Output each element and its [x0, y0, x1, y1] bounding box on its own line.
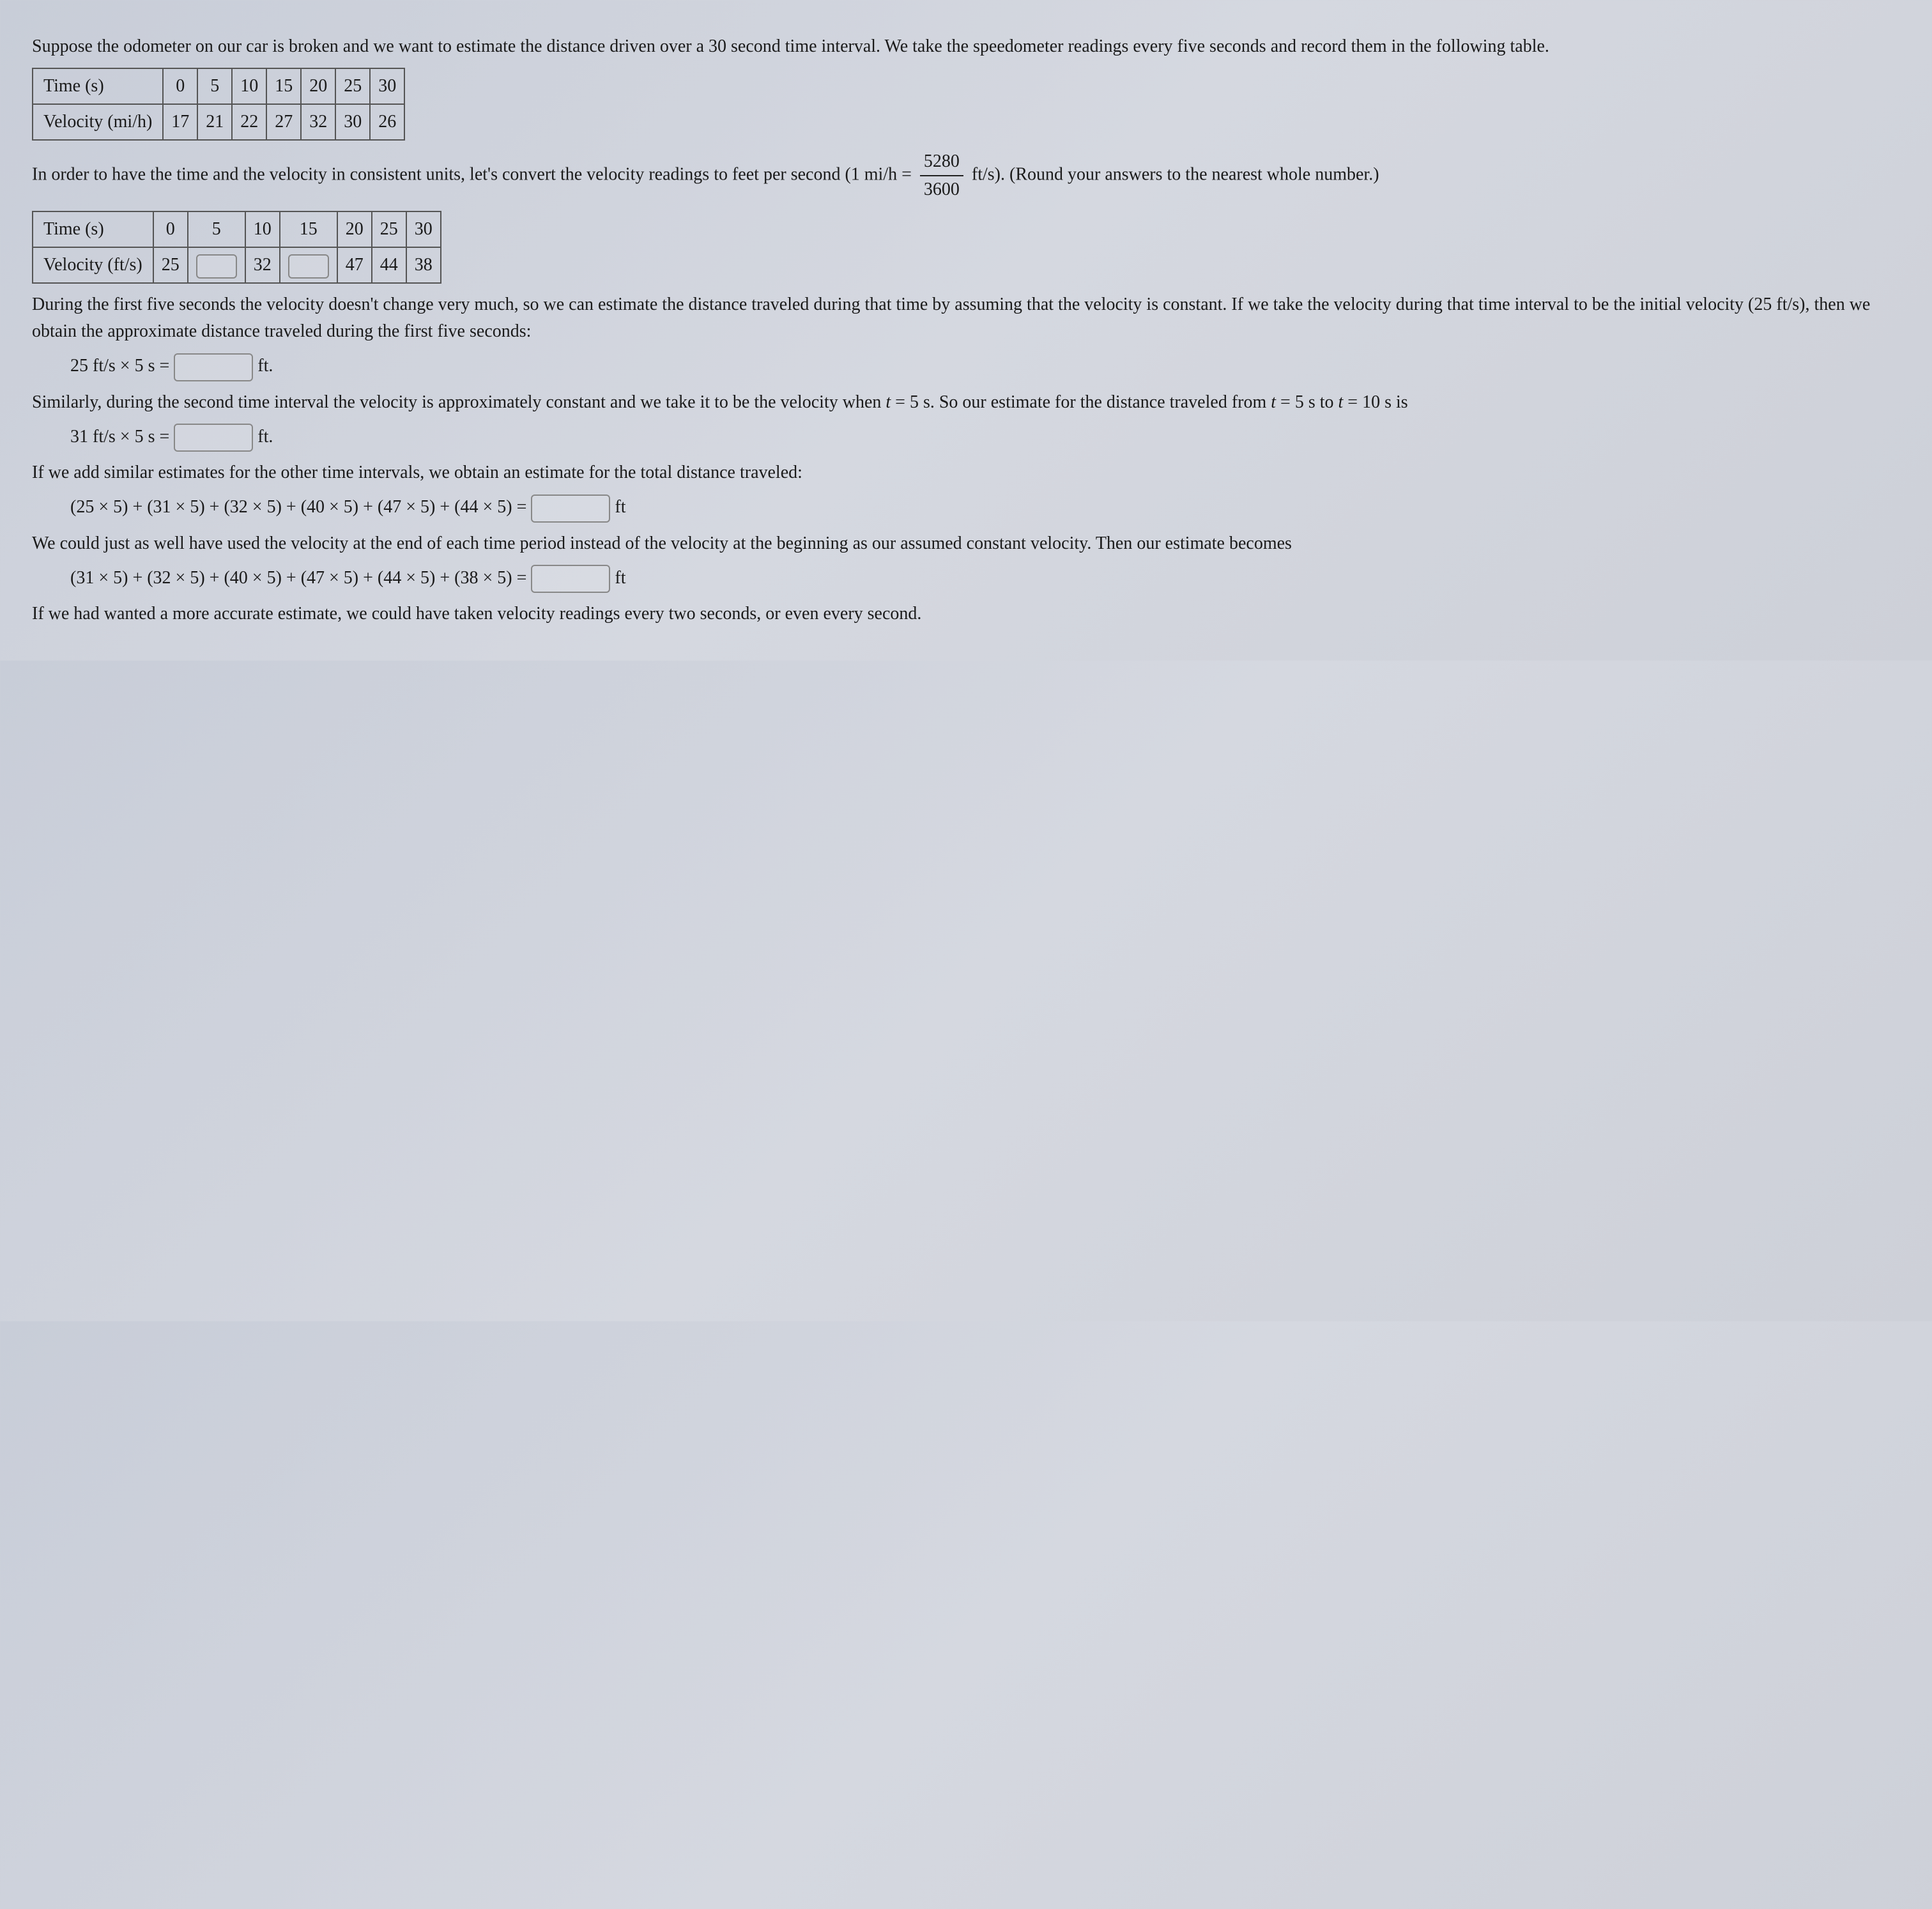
p3c: = 5 s to	[1276, 392, 1338, 412]
t1-v: 17	[163, 104, 197, 140]
eq2-unit: ft.	[257, 427, 273, 447]
t2-c: 30	[406, 211, 441, 247]
t1-v: 22	[232, 104, 266, 140]
p3b: = 5 s. So our estimate for the distance …	[891, 392, 1271, 412]
convert-pre: In order to have the time and the veloci…	[32, 164, 912, 184]
t1-c: 10	[232, 68, 266, 104]
t1-v: 26	[370, 104, 404, 140]
eq4-input[interactable]	[531, 565, 610, 593]
t2-c: 0	[153, 211, 188, 247]
table-fts: Time (s) 0 5 10 15 20 25 30 Velocity (ft…	[32, 211, 441, 284]
eq2-input[interactable]	[174, 424, 253, 452]
t1-c: 0	[163, 68, 197, 104]
eq3-left: (25 × 5) + (31 × 5) + (32 × 5) + (40 × 5…	[70, 497, 526, 517]
t2-v6: 38	[406, 247, 441, 283]
t2-vellabel: Velocity (ft/s)	[33, 247, 153, 283]
para-second: Similarly, during the second time interv…	[32, 389, 1900, 416]
t-var: t	[885, 392, 891, 412]
table-mih: Time (s) 0 5 10 15 20 25 30 Velocity (mi…	[32, 68, 405, 141]
t1-c: 20	[301, 68, 335, 104]
t1-v: 32	[301, 104, 335, 140]
t2-c: 15	[280, 211, 337, 247]
eq2-left: 31 ft/s × 5 s =	[70, 427, 169, 447]
t-var: t	[1271, 392, 1276, 412]
para-endvel: We could just as well have used the velo…	[32, 530, 1900, 557]
para-total: If we add similar estimates for the othe…	[32, 459, 1900, 486]
p3d: = 10 s is	[1343, 392, 1407, 412]
eq3: (25 × 5) + (31 × 5) + (32 × 5) + (40 × 5…	[70, 494, 1900, 523]
t2-v2: 32	[245, 247, 280, 283]
t2-c: 5	[188, 211, 245, 247]
t1-c: 15	[266, 68, 301, 104]
t2-c: 25	[372, 211, 406, 247]
fraction: 5280 3600	[920, 148, 963, 203]
t2-v5: 44	[372, 247, 406, 283]
eq1-input[interactable]	[174, 353, 253, 381]
eq3-unit: ft	[615, 497, 625, 517]
t1-c: 25	[335, 68, 370, 104]
t1-timelabel: Time (s)	[33, 68, 163, 104]
convert-text: In order to have the time and the veloci…	[32, 148, 1900, 203]
eq1-unit: ft.	[257, 356, 273, 376]
para-accurate: If we had wanted a more accurate estimat…	[32, 601, 1900, 627]
eq4-left: (31 × 5) + (32 × 5) + (40 × 5) + (47 × 5…	[70, 568, 526, 588]
t1-v: 21	[197, 104, 232, 140]
eq4-unit: ft	[615, 568, 625, 588]
frac-num: 5280	[920, 148, 963, 176]
t2-timelabel: Time (s)	[33, 211, 153, 247]
eq4: (31 × 5) + (32 × 5) + (40 × 5) + (47 × 5…	[70, 565, 1900, 594]
t1-v: 27	[266, 104, 301, 140]
eq1: 25 ft/s × 5 s = ft.	[70, 353, 1900, 381]
convert-post: ft/s). (Round your answers to the neares…	[972, 164, 1379, 184]
t2-v0: 25	[153, 247, 188, 283]
t1-v: 30	[335, 104, 370, 140]
t2-c: 20	[337, 211, 372, 247]
t1-vellabel: Velocity (mi/h)	[33, 104, 163, 140]
frac-den: 3600	[920, 176, 963, 203]
t2-c: 10	[245, 211, 280, 247]
para-firstfive: During the first five seconds the veloci…	[32, 291, 1900, 345]
eq2: 31 ft/s × 5 s = ft.	[70, 424, 1900, 452]
eq1-left: 25 ft/s × 5 s =	[70, 356, 169, 376]
t2-v4: 47	[337, 247, 372, 283]
intro-text: Suppose the odometer on our car is broke…	[32, 33, 1900, 60]
eq3-input[interactable]	[531, 494, 610, 523]
p3a: Similarly, during the second time interv…	[32, 392, 885, 412]
t1-c: 5	[197, 68, 232, 104]
t2-v1-input[interactable]	[188, 247, 245, 283]
t1-c: 30	[370, 68, 404, 104]
t2-v3-input[interactable]	[280, 247, 337, 283]
